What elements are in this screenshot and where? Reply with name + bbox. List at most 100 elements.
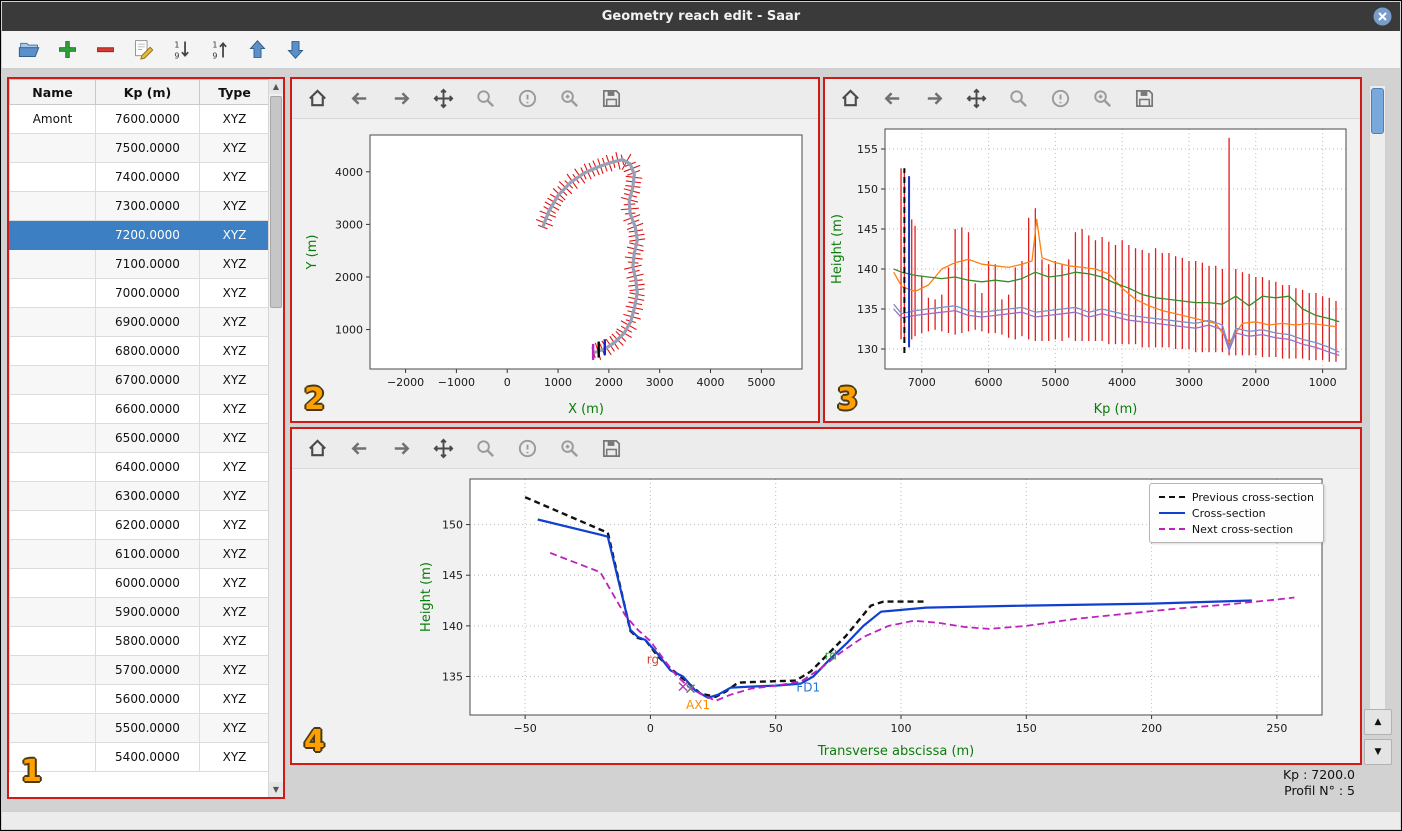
cell-type[interactable]: XYZ: [199, 365, 270, 395]
cell-kp[interactable]: 6000.0000: [95, 568, 200, 598]
cell-type[interactable]: XYZ: [199, 104, 270, 134]
forward-icon[interactable]: [388, 436, 414, 462]
cell-kp[interactable]: 7500.0000: [95, 133, 200, 163]
cell-type[interactable]: XYZ: [199, 626, 270, 656]
cell-type[interactable]: XYZ: [199, 481, 270, 511]
cell-type[interactable]: XYZ: [199, 655, 270, 685]
move-down-icon[interactable]: [282, 37, 308, 63]
table-row[interactable]: 7500.0000 XYZ: [9, 133, 270, 163]
cell-name[interactable]: [9, 655, 96, 685]
table-row[interactable]: 6400.0000 XYZ: [9, 452, 270, 482]
save-icon[interactable]: [1131, 86, 1157, 112]
column-header-kp[interactable]: Kp (m): [95, 79, 200, 105]
cell-name[interactable]: [9, 568, 96, 598]
cell-type[interactable]: XYZ: [199, 278, 270, 308]
back-icon[interactable]: [879, 86, 905, 112]
cell-kp[interactable]: 5900.0000: [95, 597, 200, 627]
next-profile-button[interactable]: ▼: [1364, 739, 1392, 765]
cell-kp[interactable]: 6500.0000: [95, 423, 200, 453]
sort-descending-icon[interactable]: 19: [206, 37, 232, 63]
table-row[interactable]: Amont 7600.0000 XYZ: [9, 104, 270, 134]
table-row[interactable]: 7100.0000 XYZ: [9, 249, 270, 279]
cell-kp[interactable]: 6200.0000: [95, 510, 200, 540]
save-icon[interactable]: [598, 436, 624, 462]
cell-kp[interactable]: 5600.0000: [95, 684, 200, 714]
cell-type[interactable]: XYZ: [199, 742, 270, 772]
pan-icon[interactable]: [963, 86, 989, 112]
pan-icon[interactable]: [430, 436, 456, 462]
table-row[interactable]: 6300.0000 XYZ: [9, 481, 270, 511]
cell-type[interactable]: XYZ: [199, 684, 270, 714]
configure-icon[interactable]: [1047, 86, 1073, 112]
cell-name[interactable]: [9, 452, 96, 482]
home-icon[interactable]: [304, 86, 330, 112]
cell-type[interactable]: XYZ: [199, 220, 270, 250]
add-icon[interactable]: [54, 37, 80, 63]
cell-name[interactable]: [9, 365, 96, 395]
longitudinal-profile-plot[interactable]: 7000 6000 5000 4000 3000 2000 1000 130 135 140 145…: [825, 119, 1360, 419]
table-row[interactable]: 7200.0000 XYZ: [9, 220, 270, 250]
cell-kp[interactable]: 7000.0000: [95, 278, 200, 308]
cell-kp[interactable]: 7100.0000: [95, 249, 200, 279]
cell-name[interactable]: [9, 394, 96, 424]
cell-name[interactable]: [9, 597, 96, 627]
cell-name[interactable]: [9, 336, 96, 366]
cell-kp[interactable]: 7400.0000: [95, 162, 200, 192]
cell-name[interactable]: Amont: [9, 104, 96, 134]
table-row[interactable]: 6500.0000 XYZ: [9, 423, 270, 453]
configure-icon[interactable]: [514, 86, 540, 112]
table-row[interactable]: 6600.0000 XYZ: [9, 394, 270, 424]
back-icon[interactable]: [346, 436, 372, 462]
remove-icon[interactable]: [92, 37, 118, 63]
zoom-rect-icon[interactable]: [1089, 86, 1115, 112]
table-scrollbar[interactable]: ▲ ▼: [268, 79, 283, 797]
column-header-type[interactable]: Type: [199, 79, 270, 105]
cell-name[interactable]: [9, 539, 96, 569]
pan-icon[interactable]: [430, 86, 456, 112]
main-scrollbar[interactable]: [1369, 85, 1386, 711]
table-row[interactable]: 5800.0000 XYZ: [9, 626, 270, 656]
plan-view-plot[interactable]: −2000 −1000 0 1000 2000 3000 4000 5000 1000 2000 3…: [292, 119, 818, 419]
cell-type[interactable]: XYZ: [199, 452, 270, 482]
cell-name[interactable]: [9, 713, 96, 743]
cell-kp[interactable]: 6900.0000: [95, 307, 200, 337]
cell-type[interactable]: XYZ: [199, 597, 270, 627]
cell-name[interactable]: [9, 684, 96, 714]
cell-kp[interactable]: 6600.0000: [95, 394, 200, 424]
close-button[interactable]: [1373, 7, 1392, 26]
table-row[interactable]: 5700.0000 XYZ: [9, 655, 270, 685]
table-row[interactable]: 6100.0000 XYZ: [9, 539, 270, 569]
forward-icon[interactable]: [921, 86, 947, 112]
cell-kp[interactable]: 6800.0000: [95, 336, 200, 366]
cell-type[interactable]: XYZ: [199, 394, 270, 424]
home-icon[interactable]: [304, 436, 330, 462]
cell-kp[interactable]: 6400.0000: [95, 452, 200, 482]
home-icon[interactable]: [837, 86, 863, 112]
cell-name[interactable]: [9, 191, 96, 221]
zoom-rect-icon[interactable]: [556, 86, 582, 112]
cell-type[interactable]: XYZ: [199, 162, 270, 192]
cell-name[interactable]: [9, 481, 96, 511]
table-row[interactable]: 5400.0000 XYZ: [9, 742, 270, 772]
table-row[interactable]: 5900.0000 XYZ: [9, 597, 270, 627]
cell-type[interactable]: XYZ: [199, 539, 270, 569]
column-header-name[interactable]: Name: [9, 79, 96, 105]
table-row[interactable]: 6900.0000 XYZ: [9, 307, 270, 337]
forward-icon[interactable]: [388, 86, 414, 112]
cell-kp[interactable]: 7600.0000: [95, 104, 200, 134]
table-row[interactable]: 6700.0000 XYZ: [9, 365, 270, 395]
zoom-icon[interactable]: [1005, 86, 1031, 112]
table-row[interactable]: 6200.0000 XYZ: [9, 510, 270, 540]
cell-kp[interactable]: 6300.0000: [95, 481, 200, 511]
table-row[interactable]: 5500.0000 XYZ: [9, 713, 270, 743]
save-icon[interactable]: [598, 86, 624, 112]
cell-kp[interactable]: 6100.0000: [95, 539, 200, 569]
cell-name[interactable]: [9, 510, 96, 540]
cell-type[interactable]: XYZ: [199, 133, 270, 163]
cell-kp[interactable]: 5400.0000: [95, 742, 200, 772]
zoom-icon[interactable]: [472, 86, 498, 112]
zoom-rect-icon[interactable]: [556, 436, 582, 462]
cell-name[interactable]: [9, 626, 96, 656]
cell-type[interactable]: XYZ: [199, 191, 270, 221]
main-scrollbar-thumb[interactable]: [1371, 88, 1384, 134]
